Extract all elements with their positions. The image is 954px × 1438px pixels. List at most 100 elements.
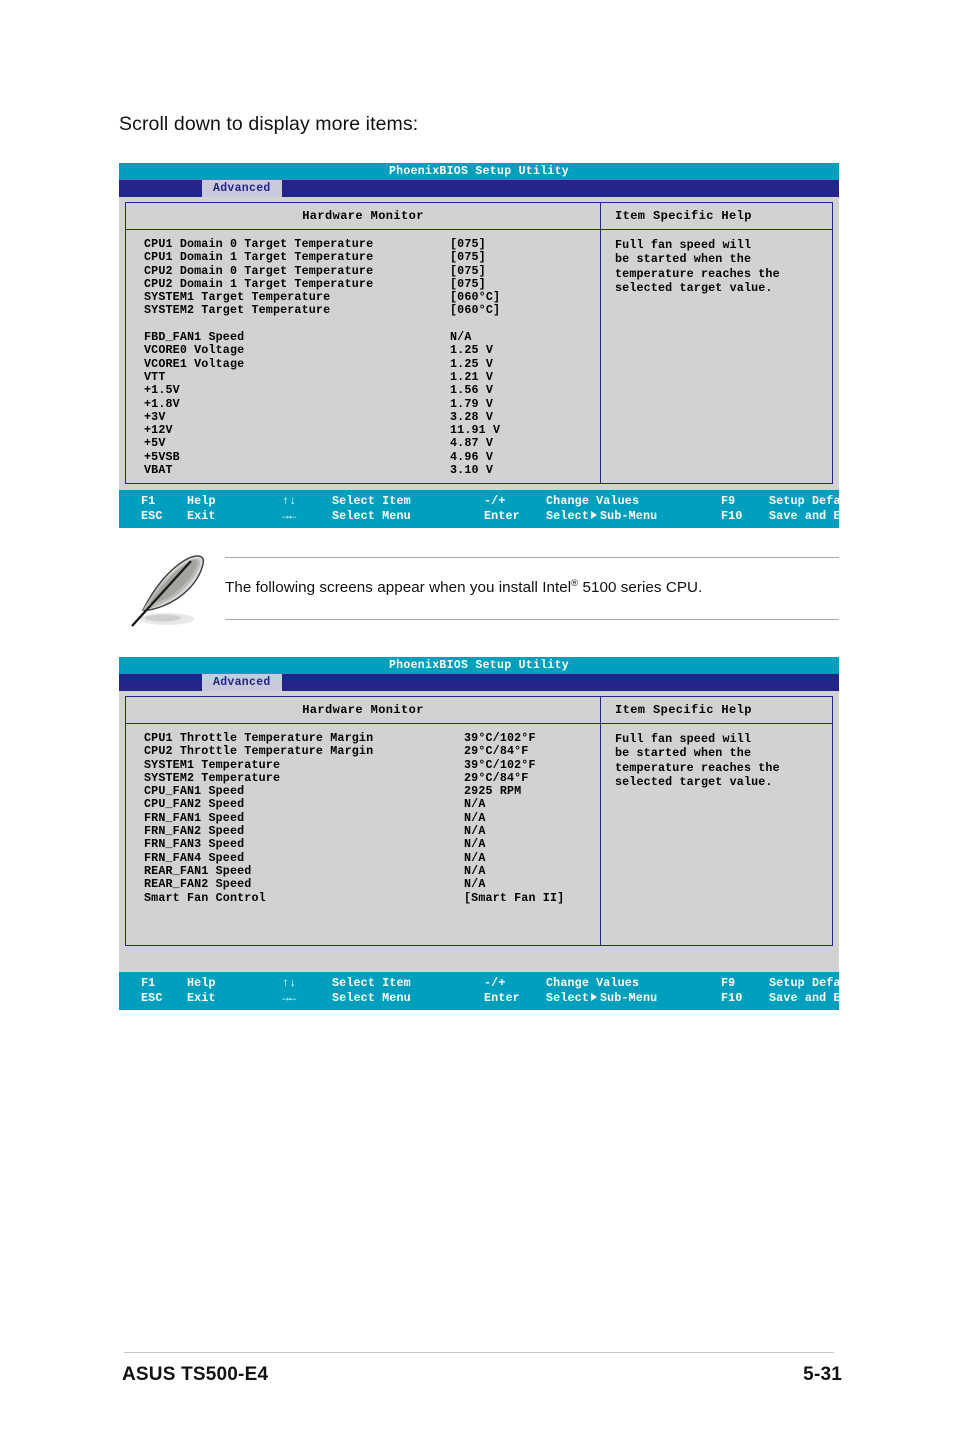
bios-spacer	[125, 946, 833, 972]
monitor-row-label: FBD_FAN1 Speed	[144, 330, 245, 345]
monitor-row-value: 39°C/102°F	[464, 757, 536, 772]
monitor-row[interactable]: SYSTEM2 Target Temperature [060°C]	[144, 304, 592, 318]
monitor-row-value: 11.91 V	[450, 423, 501, 438]
monitor-row-label: FRN_FAN1 Speed	[144, 810, 245, 825]
change-values-desc: Change Values	[546, 494, 640, 509]
monitor-row[interactable]: CPU_FAN1 Speed 2925 RPM	[144, 784, 592, 799]
select-word: Select	[546, 990, 589, 1005]
bios-panels: Hardware Monitor CPU1 Throttle Temperatu…	[125, 696, 833, 946]
monitor-row[interactable]: REAR_FAN1 Speed N/A	[144, 863, 592, 878]
hardware-monitor-title: Hardware Monitor	[126, 697, 600, 724]
monitor-row-value: N/A	[464, 863, 486, 878]
monitor-row-value: 4.96 V	[450, 449, 493, 464]
monitor-row-value: 1.56 V	[450, 383, 493, 398]
hardware-monitor-title: Hardware Monitor	[126, 203, 600, 230]
monitor-row-value: N/A	[450, 330, 472, 345]
monitor-row[interactable]: CPU_FAN2 Speed N/A	[144, 798, 592, 812]
product-name: ASUS TS500-E4	[122, 1364, 269, 1385]
monitor-row-value: N/A	[464, 824, 486, 839]
bios-body: Hardware Monitor CPU1 Domain 0 Target Te…	[119, 197, 839, 491]
monitor-row-value: 1.25 V	[450, 343, 493, 358]
monitor-row-value: [075]	[450, 250, 486, 265]
monitor-row-value: [Smart Fan II]	[464, 890, 565, 905]
monitor-row-label: CPU1 Throttle Temperature Margin	[144, 731, 374, 745]
monitor-row[interactable]: +5VSB 4.96 V	[144, 449, 592, 464]
monitor-row-label: FRN_FAN2 Speed	[144, 824, 245, 839]
monitor-row[interactable]: FRN_FAN3 Speed N/A	[144, 837, 592, 852]
monitor-row-label: +12V	[144, 423, 173, 438]
monitor-row[interactable]: SYSTEM1 Temperature 39°C/102°F	[144, 757, 592, 772]
item-specific-help-title: Item Specific Help	[601, 203, 832, 230]
key-f1: F1	[141, 494, 156, 509]
monitor-row[interactable]: +5V 4.87 V	[144, 437, 592, 451]
key-esc-desc: Exit	[187, 990, 216, 1005]
monitor-row-label: CPU_FAN1 Speed	[144, 784, 245, 799]
key-f10: F10	[721, 990, 743, 1005]
monitor-row-label: FRN_FAN3 Speed	[144, 837, 245, 852]
monitor-row[interactable]: +12V 11.91 V	[144, 423, 592, 438]
key-esc-desc: Exit	[187, 508, 216, 523]
monitor-row[interactable]: SYSTEM1 Target Temperature [060°C]	[144, 290, 592, 304]
monitor-row[interactable]: VBAT 3.10 V	[144, 463, 592, 477]
updown-arrow-icon: ↑↓	[282, 976, 297, 990]
monitor-row-label: CPU2 Throttle Temperature Margin	[144, 744, 374, 759]
monitor-row[interactable]: VCORE1 Voltage 1.25 V	[144, 356, 592, 371]
monitor-row[interactable]: +1.8V 1.79 V	[144, 397, 592, 411]
monitor-row[interactable]: Smart Fan Control [Smart Fan II]	[144, 890, 592, 905]
monitor-row-value: 1.25 V	[450, 356, 493, 371]
monitor-row[interactable]: REAR_FAN2 Speed N/A	[144, 877, 592, 892]
bios-menu-bar: Advanced	[119, 180, 839, 197]
monitor-row[interactable]: FBD_FAN1 Speed N/A	[144, 330, 592, 345]
quill-pen-icon	[131, 555, 205, 627]
select-item-desc: Select Item	[332, 494, 411, 509]
monitor-row-label: VCORE0 Voltage	[144, 343, 245, 358]
leftright-arrow-icon: →←	[282, 508, 297, 523]
monitor-row-label: +5VSB	[144, 449, 180, 464]
tab-advanced[interactable]: Advanced	[202, 674, 282, 691]
help-body-text: Full fan speed will be started when the …	[615, 732, 780, 790]
page-title: Scroll down to display more items:	[119, 113, 419, 135]
submenu-word: Sub-Menu	[599, 508, 658, 523]
monitor-row[interactable]: +3V 3.28 V	[144, 409, 592, 424]
monitor-row[interactable]: CPU1 Domain 0 Target Temperature [075]	[144, 237, 592, 251]
monitor-row-value: [075]	[450, 237, 486, 251]
note-block: The following screens appear when you in…	[119, 548, 839, 636]
monitor-row-label: SYSTEM2 Temperature	[144, 770, 281, 785]
monitor-row[interactable]: VCORE0 Voltage 1.25 V	[144, 343, 592, 358]
monitor-row-label: +3V	[144, 409, 166, 424]
save-and-exit-desc: Save and Exit	[769, 508, 863, 523]
monitor-row[interactable]: FRN_FAN1 Speed N/A	[144, 810, 592, 825]
key-esc: ESC	[141, 508, 163, 523]
monitor-row-label: REAR_FAN2 Speed	[144, 877, 252, 892]
bios-body: Hardware Monitor CPU1 Throttle Temperatu…	[119, 691, 839, 972]
monitor-row[interactable]: FRN_FAN4 Speed N/A	[144, 851, 592, 865]
monitor-row[interactable]: FRN_FAN2 Speed N/A	[144, 824, 592, 839]
row-spacer	[144, 318, 592, 331]
note-text-after: 5100 series CPU.	[578, 579, 703, 597]
monitor-row[interactable]: VTT 1.21 V	[144, 370, 592, 384]
bios-screenshot-1: PhoenixBIOS Setup Utility Advanced Hardw…	[119, 163, 869, 529]
bios-key-legend: F1 Help ↑↓ Select Item -/+ Change Values…	[119, 972, 869, 1010]
save-and-exit-desc: Save and Exit	[769, 990, 863, 1005]
monitor-row[interactable]: CPU2 Domain 1 Target Temperature [075]	[144, 276, 592, 291]
setup-defaults-desc: Setup Defaults	[769, 976, 870, 990]
item-specific-help-title: Item Specific Help	[601, 697, 832, 724]
key-f1-desc: Help	[187, 494, 216, 509]
monitor-row[interactable]: CPU1 Throttle Temperature Margin 39°C/102…	[144, 731, 592, 745]
bios-title-bar: PhoenixBIOS Setup Utility	[119, 657, 839, 674]
monitor-row[interactable]: CPU2 Domain 0 Target Temperature [075]	[144, 264, 592, 278]
bios-spacer	[125, 484, 833, 491]
select-menu-desc: Select Menu	[332, 508, 411, 523]
monitor-row[interactable]: CPU2 Throttle Temperature Margin 29°C/84°…	[144, 744, 592, 759]
manual-page: Scroll down to display more items: Phoen…	[0, 0, 954, 1438]
key-legend-row-1: F1 Help ↑↓ Select Item -/+ Change Values…	[119, 494, 869, 509]
monitor-row[interactable]: SYSTEM2 Temperature 29°C/84°F	[144, 770, 592, 785]
monitor-row-label: +1.5V	[144, 383, 180, 398]
tab-advanced[interactable]: Advanced	[202, 180, 282, 197]
monitor-row-value: [075]	[450, 276, 486, 291]
key-legend-row-2: ESC Exit →← Select Menu Enter Select Sub-…	[119, 508, 862, 524]
monitor-row[interactable]: +1.5V 1.56 V	[144, 383, 592, 398]
key-f9: F9	[721, 976, 736, 990]
key-esc: ESC	[141, 990, 163, 1005]
monitor-row[interactable]: CPU1 Domain 1 Target Temperature [075]	[144, 250, 592, 265]
